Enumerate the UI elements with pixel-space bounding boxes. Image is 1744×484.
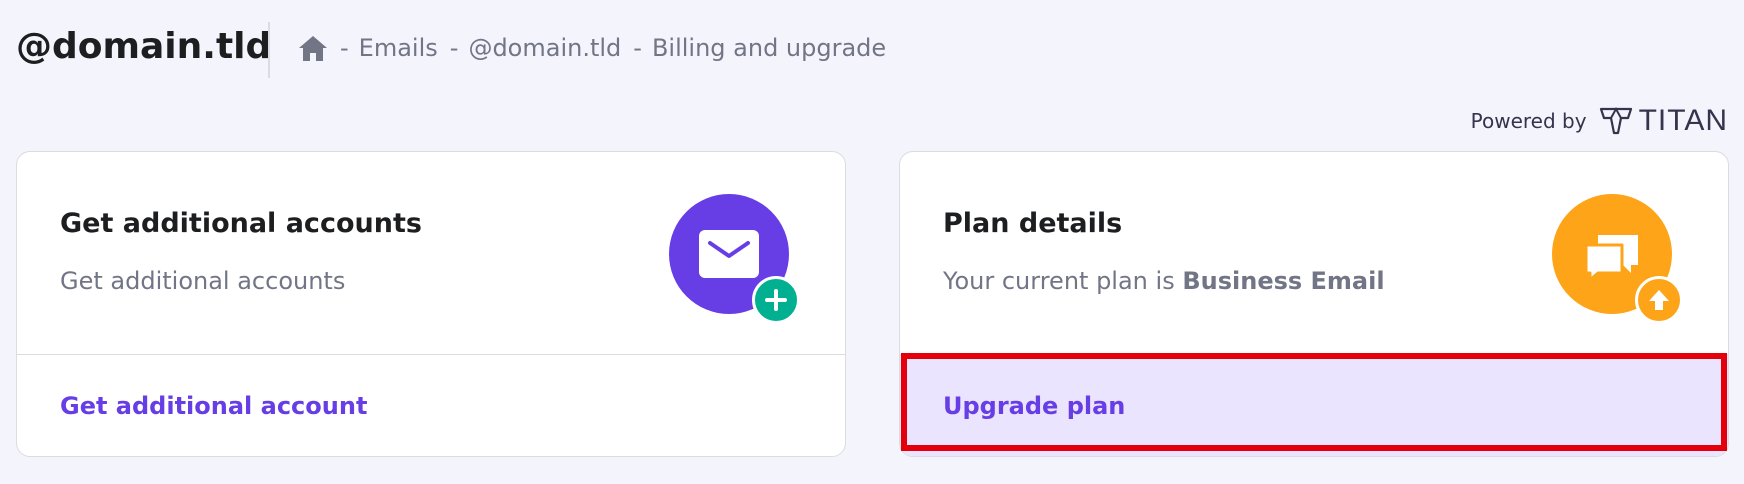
powered-by: Powered by TITAN <box>1471 104 1728 138</box>
breadcrumb-item-emails[interactable]: Emails <box>359 34 438 62</box>
plan-description-prefix: Your current plan is <box>943 267 1175 295</box>
get-additional-account-button[interactable]: Get additional account <box>60 392 367 420</box>
page-title: @domain.tld <box>16 26 272 67</box>
powered-by-label: Powered by <box>1470 109 1587 133</box>
card-body: Plan details Your current plan is Busine… <box>900 152 1728 354</box>
breadcrumb: - Emails - @domain.tld - Billing and upg… <box>298 33 886 63</box>
plan-name: Business Email <box>1182 267 1385 295</box>
additional-accounts-card: Get additional accounts Get additional a… <box>16 151 846 457</box>
card-footer: Get additional account <box>17 354 845 456</box>
titan-logo: TITAN <box>1599 104 1728 138</box>
home-icon[interactable] <box>298 33 328 63</box>
header-divider <box>268 22 270 78</box>
titan-logo-icon <box>1599 106 1632 135</box>
breadcrumb-item-domain[interactable]: @domain.tld <box>468 34 621 62</box>
card-title: Get additional accounts <box>60 208 422 239</box>
titan-brand: TITAN <box>1638 104 1728 137</box>
card-body: Get additional accounts Get additional a… <box>17 152 845 354</box>
card-footer: Upgrade plan <box>900 354 1728 456</box>
upgrade-plan-button[interactable]: Upgrade plan <box>943 392 1125 420</box>
breadcrumb-separator: - <box>633 34 642 62</box>
page-header: @domain.tld - Emails - @domain.tld - Bil… <box>0 0 1744 100</box>
breadcrumb-item-current: Billing and upgrade <box>651 34 887 62</box>
plus-icon <box>752 276 800 324</box>
card-description: Your current plan is Business Email <box>943 267 1385 295</box>
plan-details-card: Plan details Your current plan is Busine… <box>899 151 1729 457</box>
breadcrumb-separator: - <box>449 34 459 62</box>
card-title: Plan details <box>943 208 1123 239</box>
upgrade-arrow-icon <box>1635 276 1683 324</box>
breadcrumb-separator: - <box>340 34 349 62</box>
card-description: Get additional accounts <box>60 267 346 295</box>
